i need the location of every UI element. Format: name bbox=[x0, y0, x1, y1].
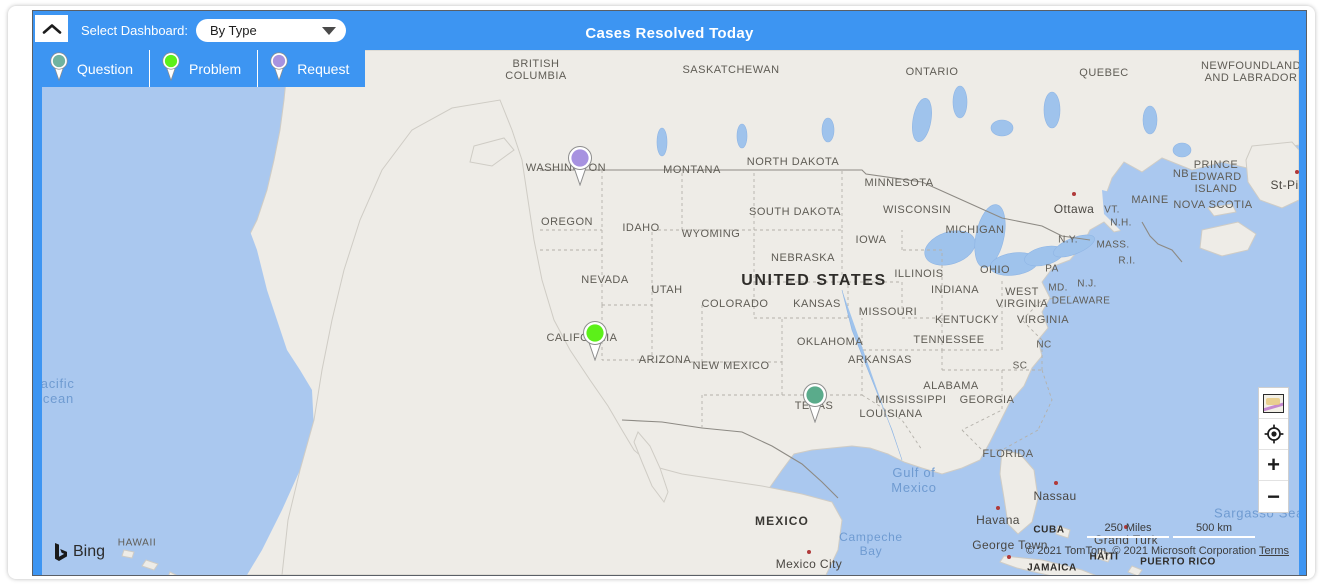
bing-logo[interactable]: Bing bbox=[54, 543, 105, 561]
bing-mark-icon bbox=[55, 543, 67, 561]
plus-icon: + bbox=[1267, 452, 1280, 477]
map-geometry: .land { fill:#eeece7; stroke:#cfccc5; st… bbox=[42, 50, 1299, 575]
dashboard-selector-label: Select Dashboard: bbox=[81, 23, 188, 38]
terms-link[interactable]: Terms bbox=[1259, 545, 1289, 557]
map-pin-icon bbox=[48, 51, 70, 86]
zoom-in-button[interactable]: + bbox=[1259, 450, 1288, 481]
legend-item-problem[interactable]: Problem bbox=[149, 50, 257, 87]
map-style-icon bbox=[1263, 393, 1284, 413]
city-marker-dot bbox=[996, 506, 1000, 510]
map-pin-problem[interactable] bbox=[580, 319, 610, 362]
map-pin-icon bbox=[268, 51, 290, 86]
map-pin-icon bbox=[160, 51, 182, 86]
map-style-toggle-button[interactable] bbox=[1259, 388, 1288, 419]
attribution-text: © 2021 TomTom, © 2021 Microsoft Corporat… bbox=[1026, 545, 1257, 557]
zoom-out-button[interactable]: − bbox=[1259, 481, 1288, 512]
legend-item-request[interactable]: Request bbox=[257, 50, 365, 87]
city-marker-dot bbox=[807, 550, 811, 554]
collapse-panel-button[interactable] bbox=[35, 15, 68, 42]
map-pin-request[interactable] bbox=[565, 144, 595, 187]
city-marker-dot bbox=[1007, 555, 1011, 559]
locate-me-button[interactable] bbox=[1259, 419, 1288, 450]
city-marker-dot bbox=[1054, 481, 1058, 485]
legend-item-question[interactable]: Question bbox=[42, 50, 149, 87]
dashboard-selector-row: Select Dashboard: By Type bbox=[81, 19, 346, 42]
map-pin-question[interactable] bbox=[800, 381, 830, 424]
map-scale-bar: 250 Miles 500 km bbox=[1087, 522, 1255, 538]
legend-item-label: Problem bbox=[189, 60, 242, 77]
locate-crosshair-icon bbox=[1264, 424, 1283, 444]
chevron-up-icon bbox=[42, 23, 61, 34]
map-attribution: © 2021 TomTom, © 2021 Microsoft Corporat… bbox=[1026, 545, 1289, 557]
dashboard-card: .land { fill:#eeece7; stroke:#cfccc5; st… bbox=[8, 6, 1315, 579]
map-viewport[interactable]: .land { fill:#eeece7; stroke:#cfccc5; st… bbox=[42, 50, 1299, 575]
scale-miles: 250 Miles bbox=[1087, 522, 1169, 538]
legend-item-label: Question bbox=[77, 60, 134, 77]
dashboard-select-value: By Type bbox=[209, 23, 257, 38]
map-widget: .land { fill:#eeece7; stroke:#cfccc5; st… bbox=[32, 10, 1307, 576]
bing-label: Bing bbox=[73, 543, 106, 560]
scale-km: 500 km bbox=[1173, 522, 1255, 538]
city-marker-dot bbox=[1295, 170, 1299, 174]
legend-bar: Question Problem Request bbox=[42, 50, 366, 87]
map-controls: + − bbox=[1258, 387, 1289, 513]
chevron-down-icon bbox=[321, 26, 336, 35]
legend-item-label: Request bbox=[297, 60, 350, 77]
city-marker-dot bbox=[1072, 192, 1076, 196]
minus-icon: − bbox=[1267, 483, 1280, 509]
dashboard-select[interactable]: By Type bbox=[195, 19, 346, 42]
